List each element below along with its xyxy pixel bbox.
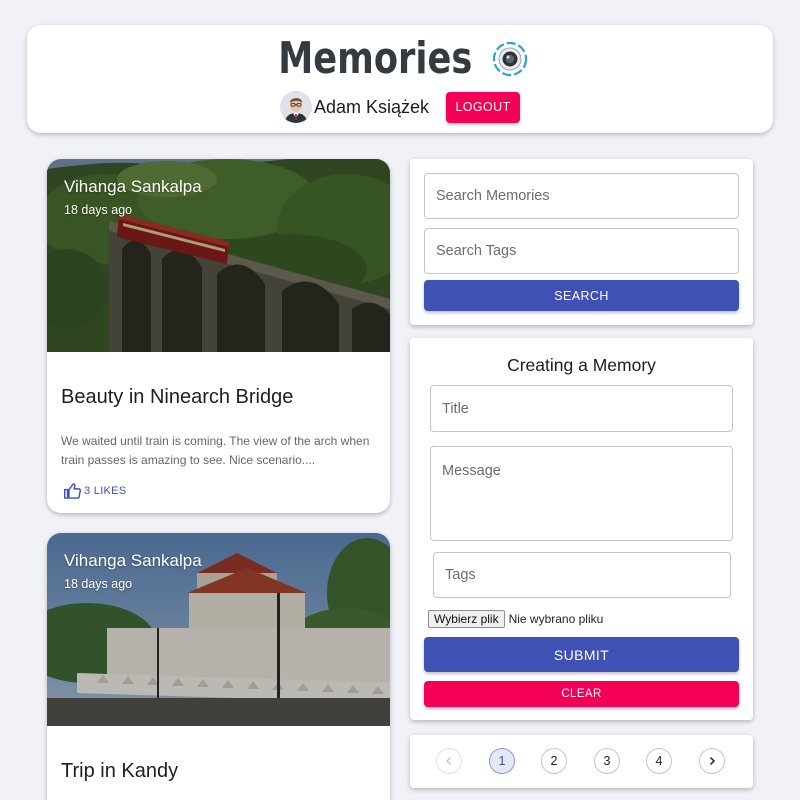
post-header: Vihanga Sankalpa 18 days ago	[64, 551, 202, 591]
post-title: Beauty in Ninearch Bridge	[61, 386, 294, 408]
post-image-kandy: Vihanga Sankalpa 18 days ago	[47, 533, 390, 726]
message-textarea[interactable]	[430, 446, 733, 541]
user-name: Adam Książek	[313, 96, 430, 117]
post-header: Vihanga Sankalpa 18 days ago	[64, 177, 202, 217]
chevron-left-icon	[446, 757, 451, 765]
camera-lens-logo-icon	[493, 41, 528, 77]
chevron-right-icon	[709, 756, 716, 766]
thumb-up-icon	[64, 483, 81, 499]
post-author: Vihanga Sankalpa	[64, 177, 202, 196]
title-input[interactable]	[430, 385, 733, 432]
app-title: Memories	[277, 33, 472, 84]
user-bar: Adam Książek LOGOUT	[27, 91, 773, 123]
clear-button[interactable]: CLEAR	[424, 681, 739, 707]
post-card: Vihanga Sankalpa 18 days ago Trip in Kan…	[47, 533, 390, 800]
form-heading: Creating a Memory	[507, 355, 656, 375]
post-time: 18 days ago	[64, 203, 133, 217]
pagination: 1 2 3 4	[410, 735, 753, 788]
like-button[interactable]: 3 LIKES	[64, 483, 126, 499]
page-4-button[interactable]: 4	[646, 748, 672, 774]
post-author: Vihanga Sankalpa	[64, 551, 202, 570]
file-upload: Wybierz plik Nie wybrano pliku	[428, 610, 603, 628]
prev-page-button[interactable]	[436, 748, 462, 774]
user-avatar	[279, 91, 312, 123]
next-page-button[interactable]	[699, 748, 725, 774]
post-image-train-bridge: Vihanga Sankalpa 18 days ago	[47, 159, 390, 352]
user-portrait-icon	[279, 91, 312, 123]
create-memory-form: Creating a Memory Wybierz plik Nie wybra…	[410, 338, 753, 720]
file-status: Nie wybrano pliku	[508, 612, 604, 626]
post-title: Trip in Kandy	[61, 760, 179, 782]
logout-button[interactable]: LOGOUT	[446, 91, 521, 123]
like-count: 3 LIKES	[84, 485, 127, 497]
search-tags-input[interactable]	[424, 228, 739, 274]
app-bar: Memories Adam Książek LOGOUT	[27, 25, 773, 133]
search-panel: SEARCH	[410, 159, 753, 325]
page-2-button[interactable]: 2	[541, 748, 567, 774]
tags-input[interactable]	[433, 552, 731, 598]
page-1-button[interactable]: 1	[489, 748, 515, 774]
search-button[interactable]: SEARCH	[424, 280, 739, 311]
post-time: 18 days ago	[64, 577, 133, 591]
submit-button[interactable]: SUBMIT	[424, 637, 739, 672]
page-3-button[interactable]: 3	[594, 748, 620, 774]
post-card: Vihanga Sankalpa 18 days ago Beauty in N…	[47, 159, 390, 513]
post-message: We waited until train is coming. The vie…	[61, 434, 370, 467]
choose-file-button[interactable]: Wybierz plik	[428, 610, 505, 628]
brand: Memories	[27, 33, 773, 85]
search-memories-input[interactable]	[424, 173, 739, 219]
